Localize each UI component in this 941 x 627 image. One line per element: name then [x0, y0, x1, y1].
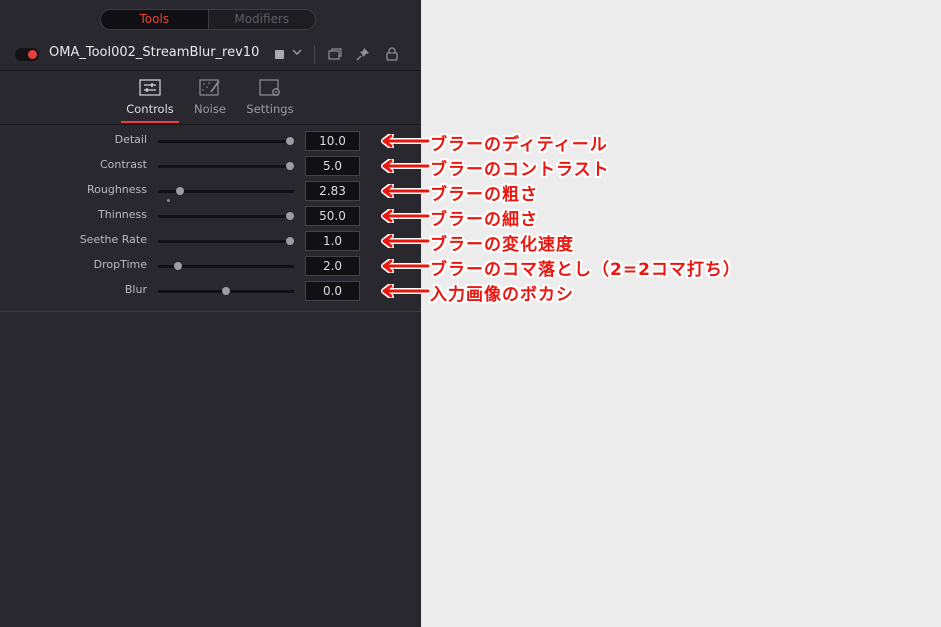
annotation-text: ブラーのディティール — [430, 135, 608, 155]
control-row-seethe-rate: Seethe Rate 1.0 — [0, 229, 421, 254]
slider-handle[interactable] — [285, 162, 294, 170]
arrow-left-icon — [381, 284, 430, 298]
node-color-swatch[interactable] — [275, 50, 284, 59]
tab-noise[interactable]: Noise — [190, 78, 230, 116]
value-field[interactable]: 5.0 — [305, 156, 360, 176]
annotation-text: ブラーのコマ落とし（2=2コマ打ち） — [430, 260, 741, 280]
annotation-text: ブラーの変化速度 — [430, 235, 574, 255]
slider-handle[interactable] — [285, 212, 294, 220]
control-label: Detail — [114, 133, 147, 146]
tab-settings-label: Settings — [246, 102, 294, 116]
controls-bottom-divider — [0, 311, 421, 312]
value-field[interactable]: 50.0 — [305, 206, 360, 226]
slider-track[interactable] — [158, 165, 294, 168]
control-label: Blur — [124, 283, 147, 296]
value-field[interactable]: 2.83 — [305, 181, 360, 201]
tabs-divider — [0, 124, 421, 125]
control-label: DropTime — [93, 258, 147, 271]
control-label: Roughness — [86, 183, 147, 196]
control-label: Thinness — [98, 208, 147, 221]
tab-controls[interactable]: Controls — [122, 78, 178, 116]
control-row-roughness: Roughness 2.83 — [0, 179, 421, 204]
pin-icon[interactable] — [355, 46, 371, 62]
slider-handle[interactable] — [285, 137, 294, 145]
control-row-contrast: Contrast 5.0 — [0, 154, 421, 179]
control-label: Seethe Rate — [79, 233, 147, 246]
slider-track[interactable] — [158, 215, 294, 218]
arrow-left-icon — [381, 234, 430, 248]
tab-settings[interactable]: Settings — [244, 78, 296, 116]
control-row-blur: Blur 0.0 — [0, 279, 421, 304]
sliders-icon — [139, 79, 161, 96]
control-row-detail: Detail 10.0 — [0, 129, 421, 154]
version-icon[interactable] — [327, 46, 343, 62]
toggle-dot — [28, 50, 37, 59]
value-field[interactable]: 2.0 — [305, 256, 360, 276]
tab-controls-label: Controls — [126, 102, 174, 116]
arrow-left-icon — [381, 209, 430, 223]
slider-handle[interactable] — [222, 287, 230, 295]
arrow-left-icon — [381, 134, 430, 148]
value-field[interactable]: 1.0 — [305, 231, 360, 251]
node-enable-toggle[interactable] — [15, 48, 39, 61]
arrow-left-icon — [381, 159, 430, 173]
tab-noise-label: Noise — [194, 102, 226, 116]
control-row-thinness: Thinness 50.0 — [0, 204, 421, 229]
slider-handle[interactable] — [175, 187, 184, 195]
active-tab-underline — [121, 121, 179, 123]
slider-track[interactable] — [158, 240, 294, 243]
value-field[interactable]: 0.0 — [305, 281, 360, 301]
control-label: Contrast — [99, 158, 147, 171]
value-field[interactable]: 10.0 — [305, 131, 360, 151]
annotation-text: ブラーの細さ — [430, 210, 538, 230]
node-title: OMA_Tool002_StreamBlur_rev10 — [49, 45, 260, 60]
header-separator — [314, 45, 315, 64]
roughness-marker — [167, 199, 170, 202]
modifiers-tab[interactable]: Modifiers — [207, 10, 316, 29]
tools-tab[interactable]: Tools — [101, 10, 208, 29]
lock-icon[interactable] — [384, 46, 400, 62]
tools-modifiers-switch: Tools Modifiers — [100, 9, 316, 30]
inspector-panel: Tools Modifiers OMA_Tool002_StreamBlur_r… — [0, 0, 421, 627]
slider-handle[interactable] — [174, 262, 183, 270]
annotation-text: ブラーのコントラスト — [430, 160, 610, 180]
header-divider — [0, 70, 421, 71]
settings-icon — [259, 79, 280, 96]
noise-icon — [199, 79, 220, 96]
slider-handle[interactable] — [285, 237, 294, 245]
annotation-text: ブラーの粗さ — [430, 185, 538, 205]
control-row-droptime: DropTime 2.0 — [0, 254, 421, 279]
chevron-down-icon[interactable] — [290, 45, 304, 59]
arrow-left-icon — [381, 184, 430, 198]
node-header: OMA_Tool002_StreamBlur_rev10 — [0, 40, 421, 70]
annotation-text: 入力画像のボカシ — [430, 285, 574, 305]
arrow-left-icon — [381, 259, 430, 273]
slider-track[interactable] — [158, 140, 294, 143]
